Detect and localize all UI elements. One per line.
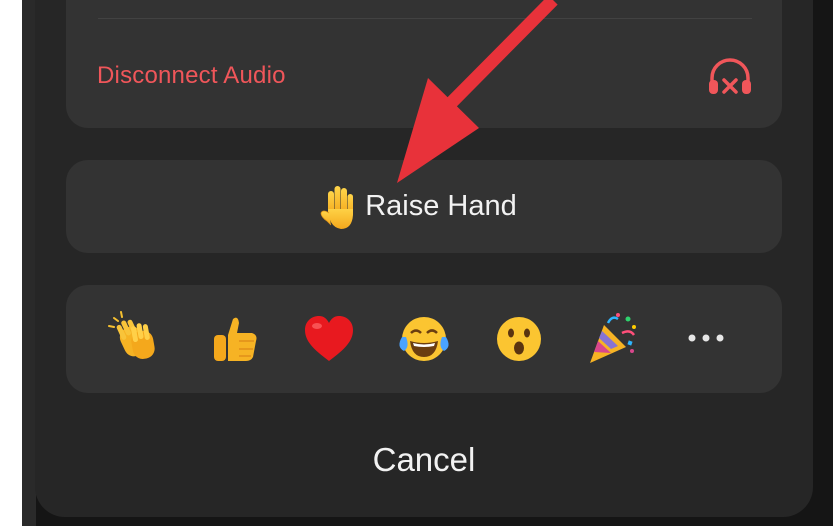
- raise-hand-button[interactable]: Raise Hand: [66, 160, 782, 253]
- audio-options-card: Disconnect Audio: [66, 0, 782, 128]
- clapping-hands-emoji-icon[interactable]: [108, 311, 164, 367]
- disconnect-audio-button[interactable]: Disconnect Audio: [66, 46, 782, 106]
- disconnect-audio-label: Disconnect Audio: [97, 62, 286, 89]
- cancel-label: Cancel: [372, 441, 476, 478]
- background-edge: [22, 0, 36, 526]
- divider: [98, 18, 752, 19]
- cancel-button[interactable]: Cancel: [66, 425, 782, 495]
- thumbs-up-emoji-icon[interactable]: [206, 311, 262, 367]
- more-reactions-ellipsis-icon[interactable]: [680, 325, 732, 351]
- tears-of-joy-emoji-icon[interactable]: [396, 311, 452, 367]
- red-heart-emoji-icon[interactable]: [301, 311, 357, 367]
- party-popper-emoji-icon[interactable]: [584, 311, 640, 367]
- reactions-bar: [66, 285, 782, 393]
- headphones-x-icon: [709, 58, 751, 94]
- raised-hand-icon: [320, 185, 354, 229]
- open-mouth-emoji-icon[interactable]: [491, 311, 547, 367]
- meeting-actions-sheet: Disconnect Audio Raise Hand Cancel: [35, 0, 813, 517]
- raise-hand-label: Raise Hand: [365, 190, 517, 222]
